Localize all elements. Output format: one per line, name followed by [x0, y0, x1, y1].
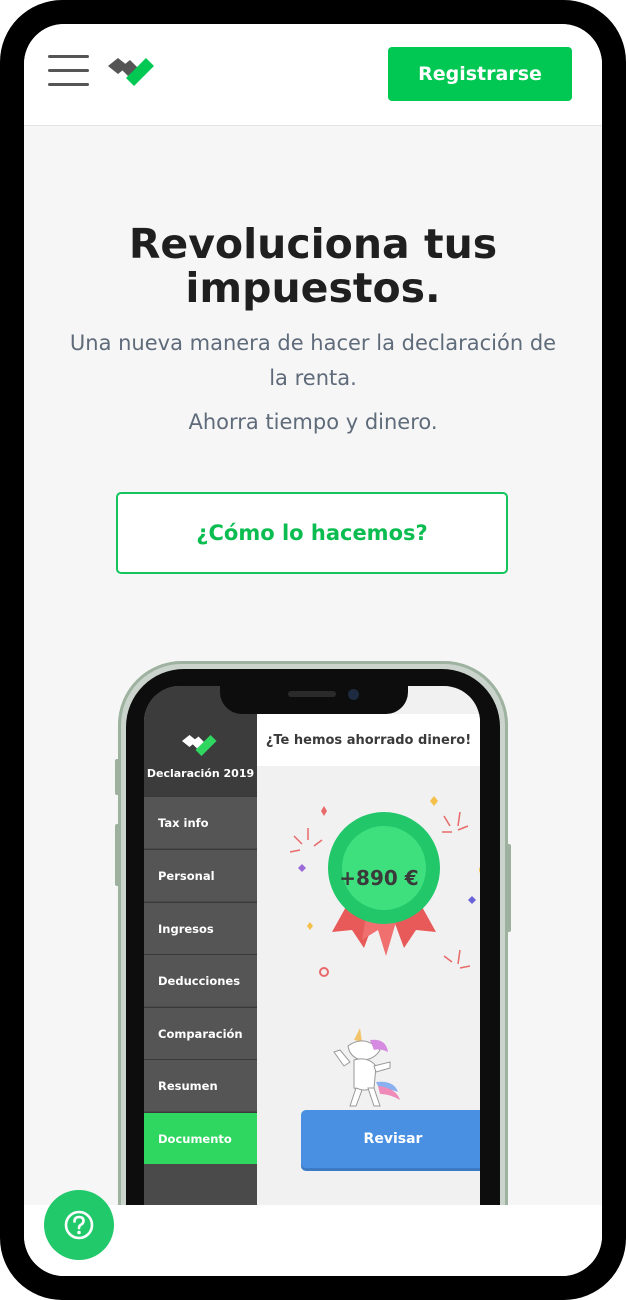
- device-frame: Registrarse Revoluciona tus impuestos. U…: [0, 0, 626, 1300]
- medal-badge-icon: [289, 796, 480, 977]
- hamburger-menu-icon[interactable]: [48, 55, 90, 87]
- hero-tagline: Ahorra tiempo y dinero.: [188, 410, 438, 434]
- mockup-camera: [348, 689, 359, 700]
- mockup-logo-icon: [182, 735, 217, 756]
- mockup-sidebar-item-active: Documento: [144, 1112, 257, 1164]
- review-button: Revisar: [301, 1110, 480, 1168]
- register-button[interactable]: Registrarse: [388, 47, 572, 101]
- how-it-works-button[interactable]: ¿Cómo lo hacemos?: [116, 492, 508, 574]
- app-screen: Registrarse Revoluciona tus impuestos. U…: [24, 24, 602, 1276]
- mockup-sidebar-item: Deducciones: [144, 954, 257, 1006]
- mockup-sidebar: Declaración 2019 Tax info Personal Ingre…: [144, 686, 257, 1206]
- mockup-panel-title: ¿Te hemos ahorrado dinero!: [257, 714, 480, 766]
- mockup-side-button: [506, 844, 511, 932]
- mockup-sidebar-item: Personal: [144, 849, 257, 901]
- help-button[interactable]: [44, 1190, 114, 1260]
- savings-amount: +890 €: [339, 866, 419, 890]
- check-logo-icon[interactable]: [108, 54, 156, 86]
- mockup-speaker: [288, 691, 336, 697]
- hero-title: Revoluciona tus impuestos.: [128, 220, 498, 312]
- mockup-sidebar-title: Declaración 2019: [146, 767, 255, 780]
- mockup-side-button: [115, 824, 120, 886]
- mockup-sidebar-item: Comparación: [144, 1007, 257, 1059]
- mockup-sidebar-item: Resumen: [144, 1059, 257, 1111]
- help-question-icon: [64, 1210, 94, 1240]
- hero-subtitle: Una nueva manera de hacer la declaración…: [69, 331, 557, 390]
- mockup-side-button: [115, 759, 120, 795]
- unicorn-icon: [333, 1028, 400, 1107]
- mockup-sidebar-item: Ingresos: [144, 902, 257, 954]
- mockup-sidebar-item: Tax info: [144, 796, 257, 848]
- top-header: Registrarse: [24, 24, 602, 126]
- mockup-screen: Declaración 2019 Tax info Personal Ingre…: [144, 686, 480, 1206]
